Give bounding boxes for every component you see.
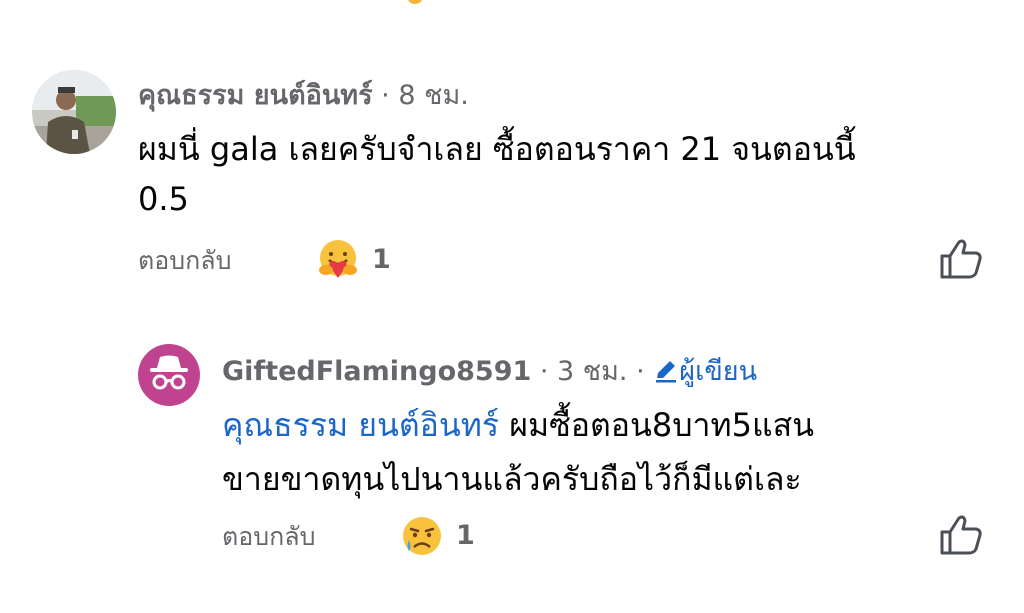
pencil-icon [656,361,677,383]
comment-body-line-2: 0.5 [138,180,189,218]
thumbs-up-icon [940,515,982,555]
author-name[interactable]: GiftedFlamingo8591 [222,356,531,387]
avatar[interactable] [32,70,116,154]
hug-emoji-icon [319,240,357,278]
reply-button[interactable]: ตอบกลับ [222,520,315,554]
mention-link[interactable]: คุณธรรม ยนต์อินทร์ [222,406,499,444]
thumbs-up-icon [940,239,982,279]
reply-button[interactable]: ตอบกลับ [138,244,231,278]
comment-text: ผมซื้อตอน8บาท5แสน [499,406,814,444]
anonymous-avatar[interactable] [138,344,200,406]
comment-body-line-1: ผมนี่ gala เลยครับจำเลย ซื้อตอนราคา 21 จ… [138,130,856,168]
comment-body-line-1: คุณธรรม ยนต์อินทร์ ผมซื้อตอน8บาท5แสน [222,398,814,452]
reaction-count: 1 [372,244,391,275]
reaction-count: 1 [456,520,475,551]
separator: · [539,356,549,387]
like-button[interactable] [938,238,984,289]
comment-meta: คุณธรรม ยนต์อินทร์ · 8 ชม. [138,79,469,113]
reaction-summary[interactable]: 1 [316,238,391,282]
like-button[interactable] [938,514,984,565]
sad-emoji-icon [403,517,441,555]
reaction-summary[interactable]: 1 [400,514,475,558]
comment-meta: GiftedFlamingo8591 · 3 ชม. · ผู้เขียน [222,355,757,389]
comment-body-line-2: ขายขาดทุนไปนานแล้วครับถือไว้ก็มีแต่เละ [222,460,802,498]
top-emoji-fragment [408,0,422,4]
incognito-icon [150,355,188,390]
timestamp[interactable]: 8 ชม. [398,80,468,111]
separator: · [381,80,390,111]
author-badge: ผู้เขียน [653,356,757,387]
author-name[interactable]: คุณธรรม ยนต์อินทร์ [138,80,373,111]
separator: · [636,356,645,387]
avatar-photo [32,70,116,154]
timestamp[interactable]: 3 ชม. [557,356,627,387]
author-badge-label: ผู้เขียน [679,356,758,387]
